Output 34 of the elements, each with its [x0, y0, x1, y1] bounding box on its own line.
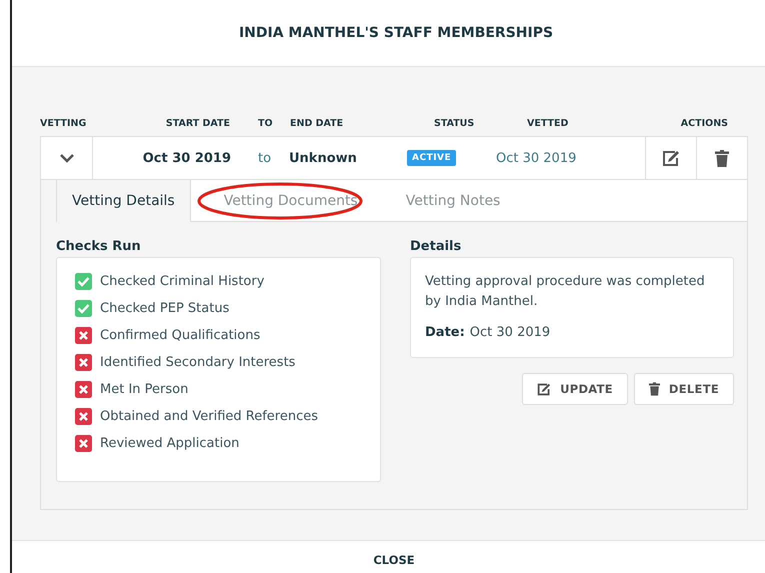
trash-icon — [715, 150, 729, 166]
column-header: VETTED — [526, 118, 570, 129]
vetted-date: Oct 30 2019 — [496, 150, 576, 166]
check-label: Confirmed Qualifications — [100, 328, 260, 343]
status-badge: ACTIVE — [407, 150, 456, 166]
section-heading: Details — [410, 239, 462, 254]
to-label: to — [258, 150, 272, 166]
end-date: Unknown — [289, 150, 357, 166]
column-header: VETTING — [40, 118, 88, 129]
tab[interactable]: Vetting Details — [57, 180, 191, 222]
date-label: Date: — [425, 324, 465, 342]
check-label: Checked PEP Status — [100, 301, 230, 316]
check-label: Identified Secondary Interests — [100, 355, 296, 370]
details-text: Vetting approval procedure was completed by India Manthel. — [425, 273, 706, 311]
trash-icon — [648, 382, 660, 396]
dialog-title: INDIA MANTHEL'S STAFF MEMBERSHIPS — [238, 25, 554, 41]
column-header: ACTIONS — [680, 118, 728, 129]
check-label: Reviewed Application — [100, 436, 240, 451]
close-button[interactable]: CLOSE — [373, 547, 415, 567]
check-label: Met In Person — [100, 382, 188, 397]
start-date: Oct 30 2019 — [142, 150, 231, 166]
edit-icon — [537, 382, 552, 396]
column-header: END DATE — [289, 118, 344, 129]
update-button[interactable]: UPDATE — [522, 373, 628, 405]
edit-icon — [662, 150, 680, 166]
chevron-icon — [58, 153, 74, 163]
delete-button[interactable]: DELETE — [634, 373, 734, 405]
check-label: Checked Criminal History — [100, 274, 264, 289]
section-heading: Checks Run — [56, 239, 142, 254]
check-label: Obtained and Verified References — [100, 409, 318, 424]
column-header: TO — [257, 118, 274, 129]
column-header: START DATE — [164, 118, 230, 129]
date-value: Oct 30 2019 — [470, 324, 550, 342]
column-header: STATUS — [433, 118, 476, 129]
